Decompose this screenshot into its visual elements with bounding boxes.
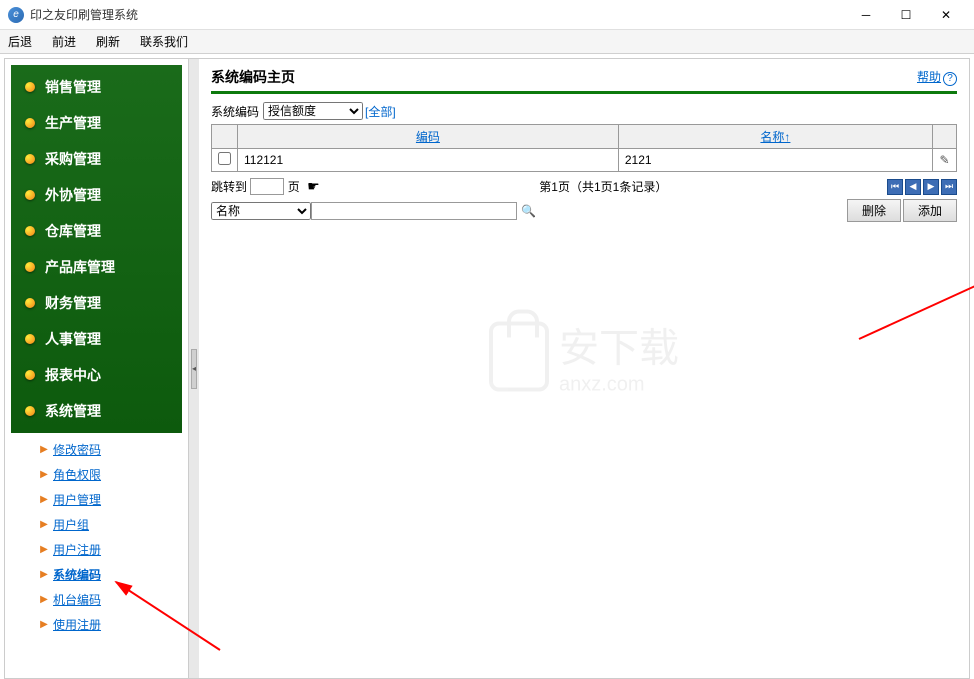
bullet-icon [25, 82, 35, 92]
subnav: ▶修改密码 ▶角色权限 ▶用户管理 ▶用户组 ▶用户注册 ▶系统编码 ▶机台编码… [11, 433, 182, 641]
arrow-icon: ▶ [39, 595, 49, 605]
sub-use-reg[interactable]: ▶使用注册 [11, 612, 182, 637]
sub-user-reg[interactable]: ▶用户注册 [11, 537, 182, 562]
bullet-icon [25, 118, 35, 128]
nav-purchase[interactable]: 采购管理 [11, 141, 182, 177]
edit-icon[interactable]: ✎ [939, 153, 949, 167]
bullet-icon [25, 226, 35, 236]
arrow-icon: ▶ [39, 520, 49, 530]
search-field-select[interactable]: 名称 [211, 202, 311, 220]
col-edit [933, 125, 957, 149]
bag-icon [489, 321, 549, 391]
jump-label: 跳转到 [211, 180, 247, 194]
nav-outsource[interactable]: 外协管理 [11, 177, 182, 213]
nav-finance[interactable]: 财务管理 [11, 285, 182, 321]
col-code[interactable]: 编码 [238, 125, 619, 149]
table-row: 112121 2121 ✎ [212, 149, 957, 172]
help-link[interactable]: 帮助? [917, 68, 957, 86]
arrow-icon: ▶ [39, 445, 49, 455]
nav-system[interactable]: 系统管理 [11, 393, 182, 429]
sidebar: 销售管理 生产管理 采购管理 外协管理 仓库管理 产品库管理 财务管理 人事管理… [5, 59, 189, 678]
sub-user-mgmt[interactable]: ▶用户管理 [11, 487, 182, 512]
delete-button[interactable]: 删除 [847, 199, 901, 222]
page-label: 页 [288, 180, 300, 194]
filter-label: 系统编码 [211, 103, 259, 120]
pager-next[interactable]: ▶ [923, 179, 939, 195]
app-logo-icon: e [8, 7, 24, 23]
pager-first[interactable]: ⏮ [887, 179, 903, 195]
search-input[interactable] [311, 202, 517, 220]
bullet-icon [25, 154, 35, 164]
window-title: 印之友印刷管理系统 [30, 6, 846, 23]
row-checkbox[interactable] [218, 152, 231, 165]
nav-warehouse[interactable]: 仓库管理 [11, 213, 182, 249]
maximize-button[interactable]: ☐ [886, 0, 926, 30]
cell-name: 2121 [618, 149, 932, 172]
minimize-button[interactable]: ─ [846, 0, 886, 30]
menu-back[interactable]: 后退 [8, 33, 32, 50]
nav-hr[interactable]: 人事管理 [11, 321, 182, 357]
nav-product[interactable]: 产品库管理 [11, 249, 182, 285]
nav-report[interactable]: 报表中心 [11, 357, 182, 393]
nav-production[interactable]: 生产管理 [11, 105, 182, 141]
menu-contact[interactable]: 联系我们 [140, 33, 188, 50]
bullet-icon [25, 334, 35, 344]
arrow-icon: ▶ [39, 570, 49, 580]
bullet-icon [25, 262, 35, 272]
bullet-icon [25, 298, 35, 308]
filter-select[interactable]: 授信额度 [263, 102, 363, 120]
nav-sales[interactable]: 销售管理 [11, 69, 182, 105]
watermark: 安下载 anxz.com [489, 316, 679, 397]
arrow-icon: ▶ [39, 470, 49, 480]
pager-info: 第1页（共1页1条记录） [320, 178, 887, 195]
jump-input[interactable] [250, 178, 284, 195]
annotation-arrow [839, 219, 974, 349]
bullet-icon [25, 370, 35, 380]
hand-icon: ☛ [307, 178, 320, 194]
col-name[interactable]: 名称↑ [618, 125, 932, 149]
arrow-icon: ▶ [39, 620, 49, 630]
bullet-icon [25, 406, 35, 416]
pager-last[interactable]: ⏭ [941, 179, 957, 195]
content: 系统编码主页 帮助? 系统编码 授信额度 [全部] 编码 名称↑ 112121 [199, 59, 969, 678]
sub-syscode[interactable]: ▶系统编码 [11, 562, 182, 587]
help-icon: ? [943, 72, 957, 86]
col-checkbox [212, 125, 238, 149]
splitter[interactable]: ◂ [189, 59, 199, 678]
data-table: 编码 名称↑ 112121 2121 ✎ [211, 124, 957, 172]
sub-role[interactable]: ▶角色权限 [11, 462, 182, 487]
sub-password[interactable]: ▶修改密码 [11, 437, 182, 462]
page-title: 系统编码主页 [211, 67, 917, 87]
bullet-icon [25, 190, 35, 200]
menubar: 后退 前进 刷新 联系我们 [0, 30, 974, 54]
close-button[interactable]: ✕ [926, 0, 966, 30]
filter-all-link[interactable]: [全部] [365, 103, 396, 120]
sub-usergroup[interactable]: ▶用户组 [11, 512, 182, 537]
search-icon[interactable]: 🔍 [521, 204, 536, 218]
menu-forward[interactable]: 前进 [52, 33, 76, 50]
add-button[interactable]: 添加 [903, 199, 957, 222]
pager-prev[interactable]: ◀ [905, 179, 921, 195]
splitter-handle-icon: ◂ [191, 349, 197, 389]
cell-code: 112121 [238, 149, 619, 172]
arrow-icon: ▶ [39, 495, 49, 505]
sub-machine[interactable]: ▶机台编码 [11, 587, 182, 612]
menu-refresh[interactable]: 刷新 [96, 33, 120, 50]
arrow-icon: ▶ [39, 545, 49, 555]
